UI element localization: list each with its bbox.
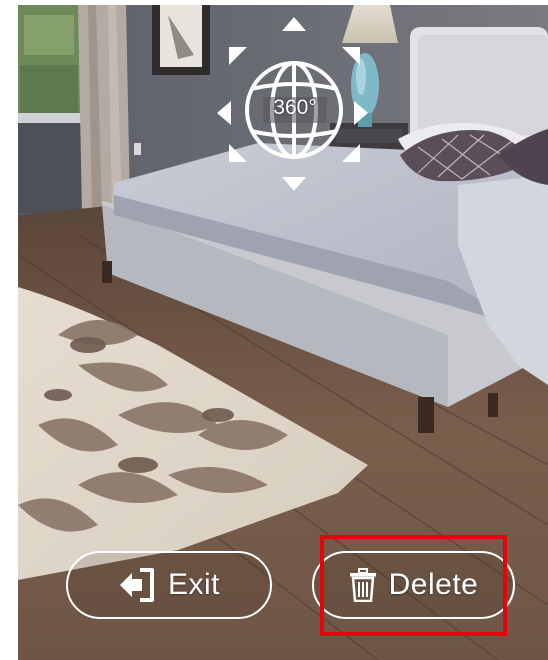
exit-button[interactable]: Exit [66, 551, 272, 619]
delete-button[interactable]: Delete [312, 551, 515, 619]
360-label: 360° [273, 96, 317, 119]
panorama-viewer[interactable]: 360° Exit Delete [18, 5, 548, 660]
trash-icon [349, 568, 377, 602]
exit-label: Exit [167, 568, 220, 601]
delete-label: Delete [388, 568, 479, 601]
exit-door-icon [118, 567, 156, 603]
360-view-indicator[interactable]: 360° [217, 17, 372, 197]
